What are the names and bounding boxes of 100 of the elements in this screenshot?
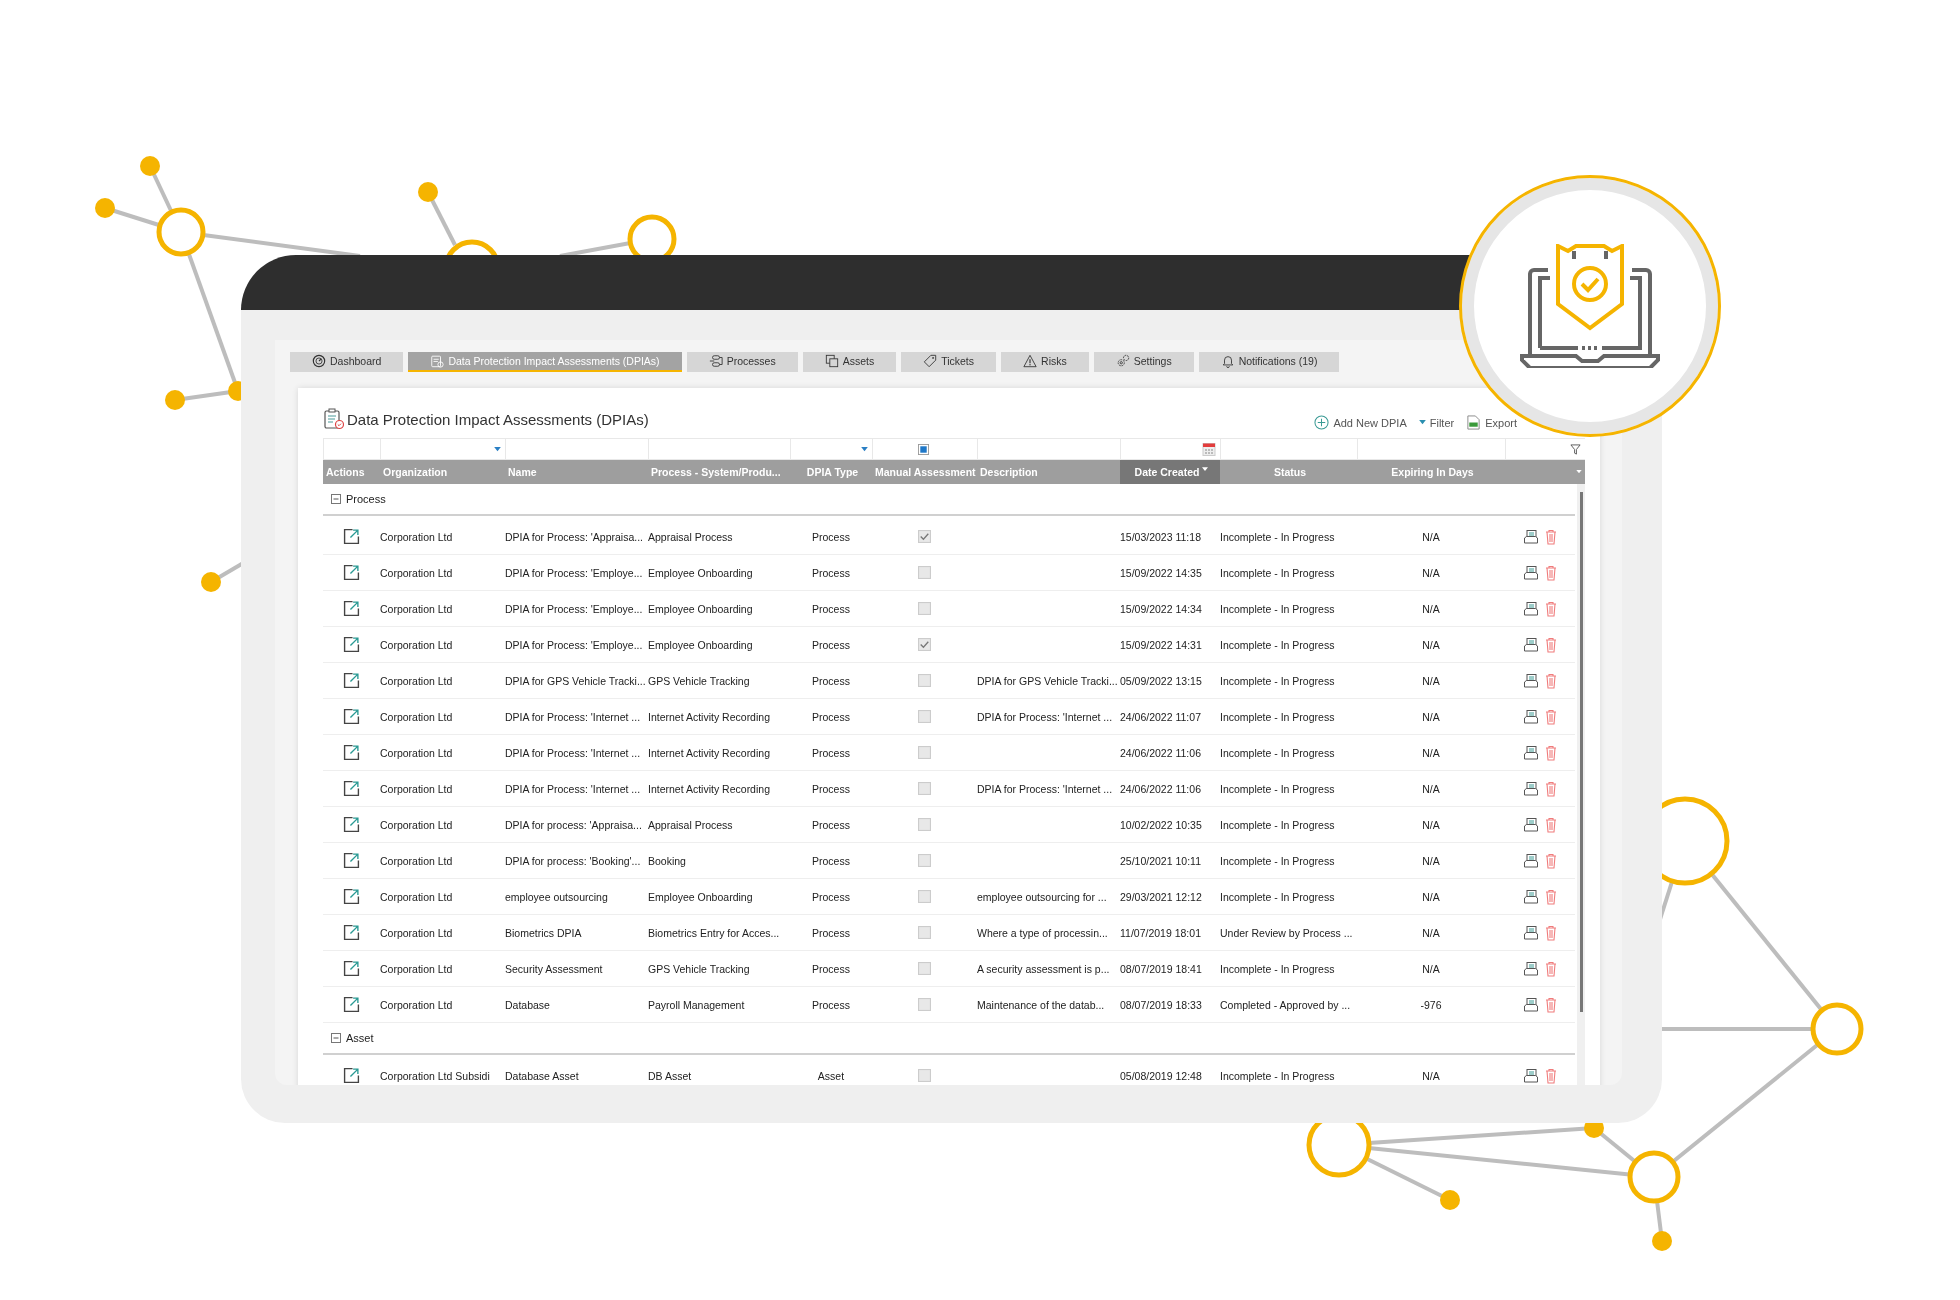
edit-icon[interactable] bbox=[343, 528, 360, 545]
trash-icon[interactable] bbox=[1545, 960, 1557, 977]
filter-cell[interactable] bbox=[648, 438, 790, 460]
checkbox[interactable] bbox=[918, 962, 931, 975]
copy-icon[interactable] bbox=[1523, 600, 1539, 617]
sort-caret-icon bbox=[1202, 466, 1209, 472]
copy-icon[interactable] bbox=[1523, 852, 1539, 869]
copy-icon[interactable] bbox=[1523, 888, 1539, 905]
trash-icon[interactable] bbox=[1545, 1067, 1557, 1084]
edit-icon[interactable] bbox=[343, 816, 360, 833]
scrollbar[interactable] bbox=[1577, 484, 1585, 1085]
column-header[interactable]: Expiring In Days bbox=[1357, 460, 1505, 484]
copy-icon[interactable] bbox=[1523, 636, 1539, 653]
trash-icon[interactable] bbox=[1545, 708, 1557, 725]
trash-icon[interactable] bbox=[1545, 528, 1557, 545]
table-cell-text: Incomplete - In Progress bbox=[1220, 529, 1336, 545]
edit-icon[interactable] bbox=[343, 960, 360, 977]
tab[interactable]: Settings bbox=[1093, 352, 1194, 372]
column-header[interactable]: Status bbox=[1220, 460, 1357, 484]
edit-icon[interactable] bbox=[343, 888, 360, 905]
copy-icon[interactable] bbox=[1523, 816, 1539, 833]
checkbox[interactable] bbox=[918, 638, 931, 651]
checkbox[interactable] bbox=[918, 854, 931, 867]
column-header[interactable]: DPIA Type bbox=[790, 460, 872, 484]
edit-icon[interactable] bbox=[343, 852, 360, 869]
checkbox[interactable] bbox=[918, 710, 931, 723]
copy-icon[interactable] bbox=[1523, 672, 1539, 689]
checkbox[interactable] bbox=[918, 530, 931, 543]
checkbox[interactable] bbox=[918, 674, 931, 687]
checkbox[interactable] bbox=[918, 998, 931, 1011]
column-header[interactable]: Manual Assessment bbox=[872, 460, 977, 484]
trash-icon[interactable] bbox=[1545, 888, 1557, 905]
checkbox[interactable] bbox=[918, 926, 931, 939]
filter-cell[interactable] bbox=[1220, 438, 1357, 460]
add-dpia-link[interactable]: Add New DPIA bbox=[1314, 415, 1407, 430]
copy-icon[interactable] bbox=[1523, 744, 1539, 761]
trash-icon[interactable] bbox=[1545, 780, 1557, 797]
checkbox[interactable] bbox=[918, 818, 931, 831]
checkbox[interactable] bbox=[918, 566, 931, 579]
copy-icon[interactable] bbox=[1523, 960, 1539, 977]
table-cell-text: Biometrics Entry for Acces... bbox=[648, 925, 781, 941]
edit-icon[interactable] bbox=[343, 708, 360, 725]
checkbox[interactable] bbox=[918, 746, 931, 759]
trash-icon[interactable] bbox=[1545, 636, 1557, 653]
edit-icon[interactable] bbox=[343, 636, 360, 653]
filter-link[interactable]: Filter bbox=[1418, 416, 1455, 429]
edit-icon[interactable] bbox=[343, 996, 360, 1013]
edit-icon[interactable] bbox=[343, 564, 360, 581]
edit-icon[interactable] bbox=[343, 1067, 360, 1084]
trash-icon[interactable] bbox=[1545, 600, 1557, 617]
copy-icon[interactable] bbox=[1523, 708, 1539, 725]
tab[interactable]: Tickets bbox=[901, 352, 997, 372]
checkbox[interactable] bbox=[918, 1069, 931, 1082]
tab[interactable]: Dashboard bbox=[290, 352, 404, 372]
caret-icon bbox=[1418, 420, 1426, 425]
collapse-icon[interactable] bbox=[331, 494, 341, 504]
settings-icon bbox=[1115, 354, 1130, 368]
column-header[interactable]: Date Created bbox=[1120, 460, 1220, 484]
checkbox[interactable] bbox=[918, 890, 931, 903]
filter-cell[interactable] bbox=[1505, 438, 1585, 460]
tab[interactable]: Data Protection Impact Assessments (DPIAs) bbox=[408, 352, 682, 372]
column-header[interactable]: Process - System/Produ... bbox=[648, 460, 790, 484]
edit-icon[interactable] bbox=[343, 672, 360, 689]
table-cell-text: DPIA for Process: 'Internet ... bbox=[505, 709, 642, 725]
edit-icon[interactable] bbox=[343, 924, 360, 941]
export-link[interactable]: Export bbox=[1466, 415, 1517, 430]
checkbox[interactable] bbox=[918, 782, 931, 795]
copy-icon[interactable] bbox=[1523, 780, 1539, 797]
edit-icon[interactable] bbox=[343, 744, 360, 761]
copy-icon[interactable] bbox=[1523, 996, 1539, 1013]
table-cell-text: DPIA for process: 'Booking'... bbox=[505, 853, 642, 869]
trash-icon[interactable] bbox=[1545, 852, 1557, 869]
trash-icon[interactable] bbox=[1545, 996, 1557, 1013]
collapse-icon[interactable] bbox=[331, 1033, 341, 1043]
filter-cell[interactable] bbox=[977, 438, 1120, 460]
checkbox[interactable] bbox=[918, 602, 931, 615]
trash-icon[interactable] bbox=[1545, 672, 1557, 689]
filter-cell[interactable] bbox=[1357, 438, 1505, 460]
copy-icon[interactable] bbox=[1523, 564, 1539, 581]
tab[interactable]: Notifications (19) bbox=[1198, 352, 1340, 372]
trash-icon[interactable] bbox=[1545, 564, 1557, 581]
filter-cell[interactable] bbox=[505, 438, 648, 460]
tab[interactable]: Risks bbox=[1001, 352, 1089, 372]
tab[interactable]: Processes bbox=[686, 352, 798, 372]
tab[interactable]: Assets bbox=[802, 352, 897, 372]
trash-icon[interactable] bbox=[1545, 816, 1557, 833]
edit-icon[interactable] bbox=[343, 780, 360, 797]
column-header[interactable]: Description bbox=[977, 460, 1120, 484]
edit-icon[interactable] bbox=[343, 600, 360, 617]
column-header[interactable]: Actions bbox=[323, 460, 380, 484]
copy-icon[interactable] bbox=[1523, 1067, 1539, 1084]
trash-icon[interactable] bbox=[1545, 744, 1557, 761]
column-header[interactable]: Name bbox=[505, 460, 648, 484]
table-cell-text: Process bbox=[811, 961, 851, 977]
filter-cell[interactable] bbox=[380, 438, 505, 460]
trash-icon[interactable] bbox=[1545, 924, 1557, 941]
table-cell-text: 05/08/2019 12:48 bbox=[1120, 1068, 1203, 1084]
copy-icon[interactable] bbox=[1523, 528, 1539, 545]
column-header[interactable]: Organization bbox=[380, 460, 505, 484]
copy-icon[interactable] bbox=[1523, 924, 1539, 941]
